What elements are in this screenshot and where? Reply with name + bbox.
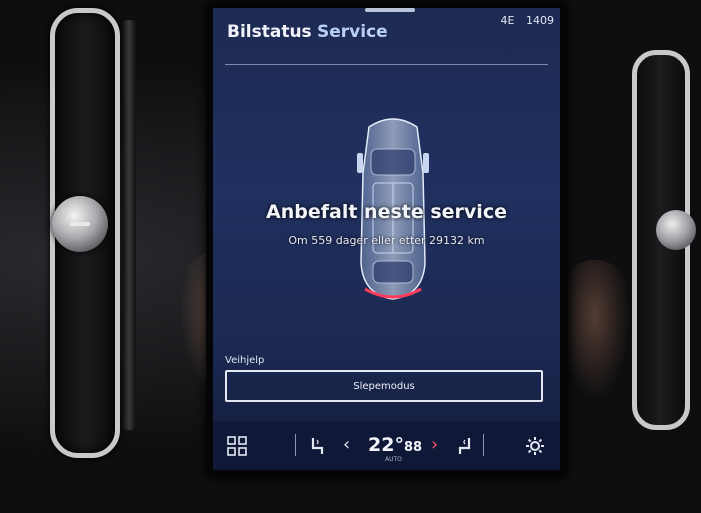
towing-mode-button[interactable]: Slepemodus: [225, 370, 543, 402]
temperature-display[interactable]: 22°88: [368, 434, 422, 456]
status-bar: 4E 1409: [501, 14, 554, 27]
chevron-right-icon[interactable]: ›: [431, 436, 438, 454]
tab-bilstatus[interactable]: Bilstatus: [227, 22, 312, 42]
fan-settings-icon[interactable]: [525, 436, 545, 460]
chevron-left-icon[interactable]: ‹: [343, 436, 350, 454]
divider: [483, 434, 484, 456]
service-subtitle: Om 559 dager eller etter 29132 km: [288, 234, 485, 247]
seat-heat-left-icon[interactable]: [309, 436, 325, 460]
clock: 1409: [526, 14, 554, 27]
grid-icon[interactable]: [227, 436, 247, 460]
infotainment-screen: Bilstatus Service 4E 1409 Anbefalt neste…: [213, 8, 560, 470]
divider: [295, 434, 296, 456]
header-divider: [225, 64, 548, 65]
section-label-veihjelp: Veihjelp: [225, 355, 265, 366]
tab-service[interactable]: Service: [317, 22, 388, 42]
left-trim-rail: [122, 20, 136, 430]
service-title: Anbefalt neste service: [266, 201, 507, 223]
right-vent-knob[interactable]: [656, 210, 696, 250]
left-vent-knob[interactable]: [52, 196, 108, 252]
climate-auto-label: AUTO: [385, 456, 402, 463]
reflection: [560, 260, 630, 400]
pull-down-handle[interactable]: [365, 8, 415, 12]
seat-heat-right-icon[interactable]: [457, 436, 473, 460]
climate-bar: ‹ 22°88 AUTO ›: [213, 422, 560, 470]
signal-indicator: 4E: [500, 14, 515, 27]
